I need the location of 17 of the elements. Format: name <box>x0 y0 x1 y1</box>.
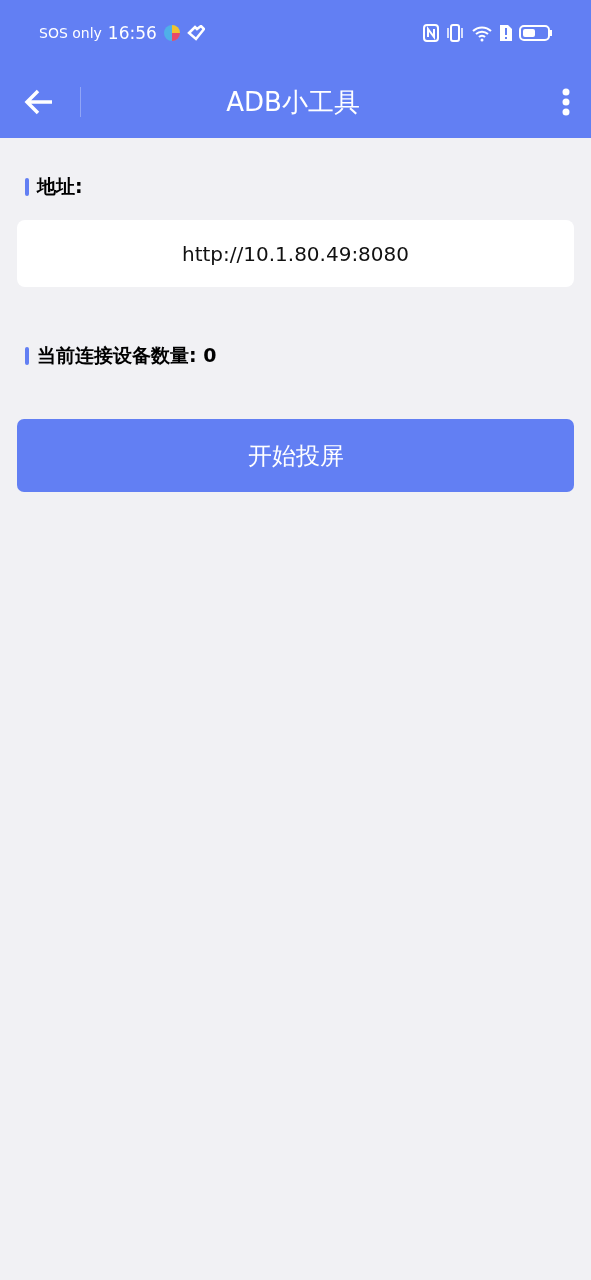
more-menu-icon[interactable] <box>561 88 571 116</box>
label-accent <box>25 347 29 365</box>
vibrate-icon <box>445 23 465 43</box>
label-accent <box>25 178 29 196</box>
clock: 16:56 <box>107 23 157 43</box>
wifi-icon <box>471 24 493 42</box>
back-icon[interactable] <box>24 89 54 115</box>
nfc-icon <box>423 24 439 42</box>
battery-icon <box>519 24 553 42</box>
app-icon <box>162 24 181 42</box>
device-count-label: 当前连接设备数量: 0 <box>37 343 217 368</box>
sim-alert-icon <box>499 24 513 42</box>
start-cast-button[interactable]: 开始投屏 <box>17 419 574 492</box>
address-field[interactable]: http://10.1.80.49:8080 <box>17 220 574 287</box>
app-title: ADB小工具 <box>225 85 361 119</box>
address-label: 地址: <box>37 174 83 199</box>
carrier-text: SOS only <box>39 25 102 41</box>
